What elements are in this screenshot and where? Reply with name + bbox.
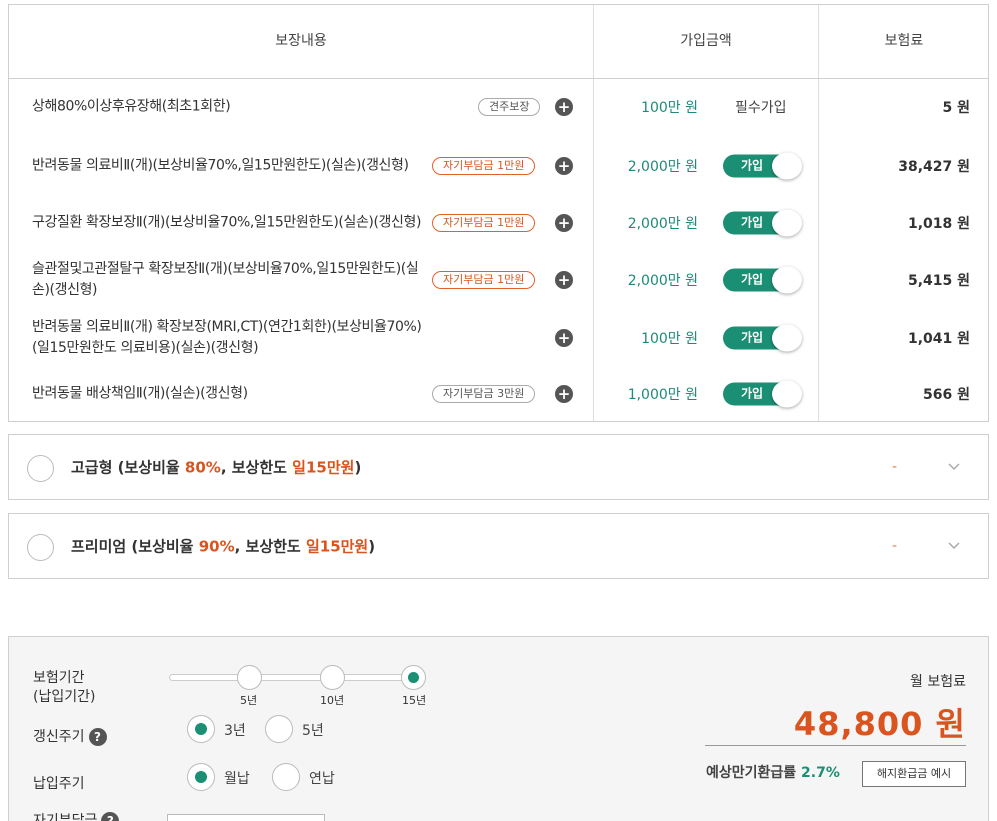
join-toggle[interactable]: 가입 bbox=[723, 380, 803, 407]
coverage-name: 슬관절및고관절탈구 확장보장Ⅱ(개)(보상비율70%,일15만원한도)(실손)(… bbox=[32, 260, 419, 298]
plus-icon[interactable]: + bbox=[555, 328, 573, 347]
table-row: 슬관절및고관절탈구 확장보장Ⅱ(개)(보상비율70%,일15만원한도)(실손)(… bbox=[9, 251, 988, 308]
payment-radio-monthly[interactable] bbox=[187, 763, 215, 791]
plan-price: - bbox=[892, 538, 898, 554]
required-label: 필수가입 bbox=[735, 99, 787, 116]
toggle-knob bbox=[772, 324, 802, 351]
chevron-down-icon[interactable] bbox=[947, 459, 961, 473]
join-toggle[interactable]: 가입 bbox=[723, 209, 803, 236]
coverage-premium: 38,427 원 bbox=[898, 158, 970, 175]
coverage-table: 보장내용 가입금액 보험료 상해80%이상후유장해(최초1회한) 견주보장 + … bbox=[8, 4, 989, 422]
header-coverage: 보장내용 bbox=[275, 33, 327, 49]
coverage-tag: 자기부담금 3만원 bbox=[432, 384, 536, 403]
payment-option: 월납 bbox=[224, 771, 250, 787]
coverage-amount: 2,000만 원 bbox=[627, 215, 698, 232]
toggle-knob bbox=[772, 266, 802, 293]
plus-icon[interactable]: + bbox=[555, 270, 573, 289]
renewal-option: 5년 bbox=[302, 723, 324, 739]
plan-option-premium[interactable]: 프리미엄 (보상비율 90%, 보상한도 일15만원) - bbox=[8, 513, 989, 579]
toggle-knob bbox=[772, 209, 802, 236]
coverage-name: 반려동물 의료비Ⅱ(개) 확장보장(MRI,CT)(연간1회한)(보상비율70%… bbox=[32, 318, 422, 356]
help-icon[interactable]: ? bbox=[88, 728, 107, 746]
renewal-option: 3년 bbox=[224, 723, 246, 739]
deductible-select[interactable] bbox=[167, 814, 325, 821]
plus-icon[interactable]: + bbox=[555, 213, 573, 232]
period-value: 15년 bbox=[402, 694, 427, 707]
join-toggle[interactable]: 가입 bbox=[723, 324, 803, 351]
coverage-amount: 2,000만 원 bbox=[627, 272, 698, 289]
toggle-knob bbox=[772, 152, 802, 179]
chevron-down-icon[interactable] bbox=[947, 538, 961, 552]
deductible-label: 자기부담금? bbox=[33, 812, 120, 821]
period-value: 5년 bbox=[240, 694, 258, 707]
plus-icon[interactable]: + bbox=[555, 97, 573, 116]
payment-label: 납입주기 bbox=[33, 776, 85, 792]
table-row: 반려동물 배상책임Ⅱ(개)(실손)(갱신형) 자기부담금 3만원 + 1,000… bbox=[9, 365, 988, 422]
period-label: 보험기간 (납입기간) bbox=[33, 670, 96, 705]
period-point-5[interactable] bbox=[237, 665, 262, 690]
plus-icon[interactable]: + bbox=[555, 384, 573, 403]
plus-icon[interactable]: + bbox=[555, 156, 573, 175]
table-row: 상해80%이상후유장해(최초1회한) 견주보장 + 100만 원 필수가입 5 … bbox=[9, 78, 988, 135]
coverage-name: 반려동물 배상책임Ⅱ(개)(실손)(갱신형) bbox=[32, 385, 248, 401]
period-point-10[interactable] bbox=[320, 665, 345, 690]
coverage-amount: 100만 원 bbox=[641, 330, 698, 347]
coverage-name: 반려동물 의료비Ⅱ(개)(보상비율70%,일15만원한도)(실손)(갱신형) bbox=[32, 157, 409, 173]
header-amount: 가입금액 bbox=[680, 33, 732, 49]
coverage-amount: 2,000만 원 bbox=[627, 158, 698, 175]
join-toggle[interactable]: 가입 bbox=[723, 266, 803, 293]
coverage-name: 상해80%이상후유장해(최초1회한) bbox=[32, 98, 231, 114]
renewal-radio-3y[interactable] bbox=[187, 715, 215, 743]
plan-option-advanced[interactable]: 고급형 (보상비율 80%, 보상한도 일15만원) - bbox=[8, 434, 989, 500]
join-toggle[interactable]: 가입 bbox=[723, 152, 803, 179]
table-row: 반려동물 의료비Ⅱ(개) 확장보장(MRI,CT)(연간1회한)(보상비율70%… bbox=[9, 309, 988, 366]
renewal-label: 갱신주기? bbox=[33, 728, 107, 747]
table-row: 구강질환 확장보장Ⅱ(개)(보상비율70%,일15만원한도)(실손)(갱신형) … bbox=[9, 194, 988, 251]
period-point-15[interactable] bbox=[401, 665, 426, 690]
refund-rate-text: 예상만기환급률 2.7% bbox=[706, 765, 840, 781]
coverage-premium: 1,041 원 bbox=[907, 330, 970, 347]
coverage-amount: 100만 원 bbox=[641, 99, 698, 116]
plan-price: - bbox=[892, 459, 898, 475]
help-icon[interactable]: ? bbox=[101, 812, 120, 821]
plan-title: 고급형 (보상비율 80%, 보상한도 일15만원) bbox=[71, 458, 362, 477]
monthly-premium: 48,800 원 bbox=[793, 705, 966, 743]
period-value: 10년 bbox=[320, 694, 345, 707]
plan-radio[interactable] bbox=[27, 534, 54, 561]
refund-example-button[interactable]: 해지환급금 예시 bbox=[862, 761, 966, 787]
payment-option: 연납 bbox=[309, 771, 335, 787]
coverage-tag: 견주보장 bbox=[478, 97, 541, 116]
coverage-premium: 566 원 bbox=[923, 386, 970, 403]
coverage-tag: 자기부담금 1만원 bbox=[432, 213, 536, 232]
renewal-radio-5y[interactable] bbox=[265, 715, 293, 743]
coverage-premium: 1,018 원 bbox=[907, 215, 970, 232]
divider bbox=[705, 745, 966, 746]
period-slider[interactable] bbox=[169, 674, 417, 681]
coverage-tag: 자기부담금 1만원 bbox=[432, 156, 536, 175]
toggle-knob bbox=[772, 380, 802, 407]
coverage-amount: 1,000만 원 bbox=[627, 386, 698, 403]
table-row: 반려동물 의료비Ⅱ(개)(보상비율70%,일15만원한도)(실손)(갱신형) 자… bbox=[9, 137, 988, 194]
coverage-premium: 5,415 원 bbox=[907, 272, 970, 289]
coverage-name: 구강질환 확장보장Ⅱ(개)(보상비율70%,일15만원한도)(실손)(갱신형) bbox=[32, 214, 422, 230]
payment-radio-yearly[interactable] bbox=[272, 763, 300, 791]
coverage-tag: 자기부담금 1만원 bbox=[432, 270, 536, 289]
header-premium: 보험료 bbox=[884, 33, 924, 49]
coverage-premium: 5 원 bbox=[942, 99, 971, 116]
monthly-premium-label: 월 보험료 bbox=[910, 674, 966, 690]
options-panel: 보험기간 (납입기간) 5년 10년 15년 갱신주기? 3년 5년 납입주기 … bbox=[8, 636, 989, 821]
plan-title: 프리미엄 (보상비율 90%, 보상한도 일15만원) bbox=[71, 537, 376, 556]
plan-radio[interactable] bbox=[27, 455, 54, 482]
